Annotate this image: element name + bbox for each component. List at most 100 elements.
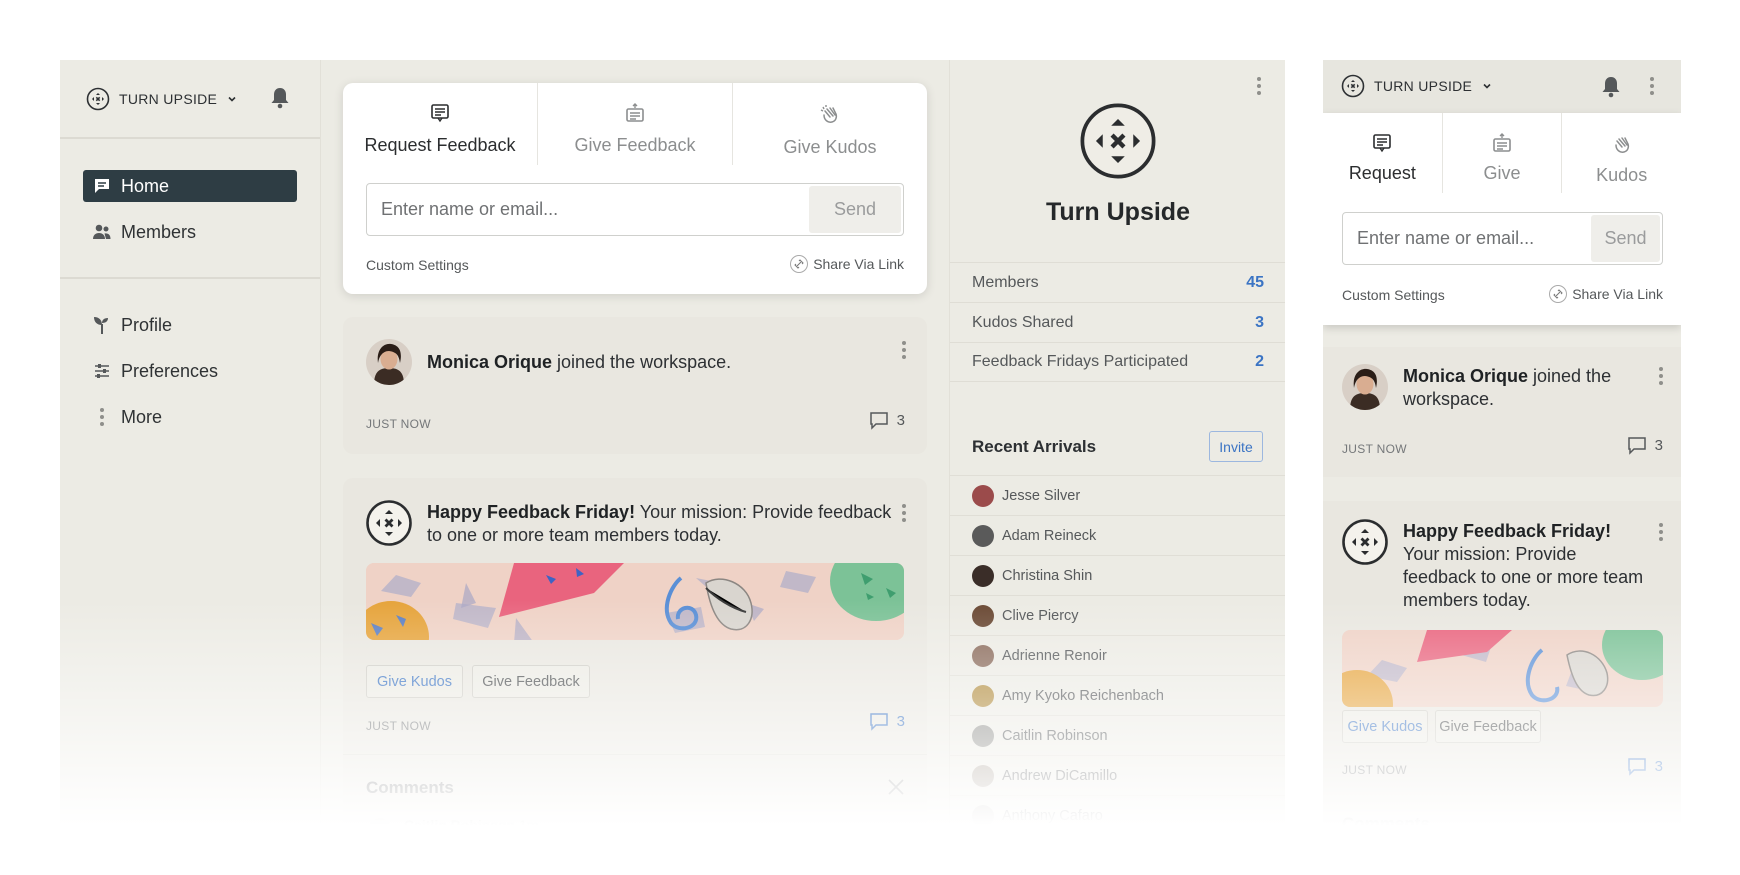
post-menu-icon[interactable] (902, 341, 906, 359)
tab-give[interactable]: Give (1441, 113, 1562, 193)
arrival-row[interactable]: Andrew DiCamillo (950, 755, 1285, 795)
sidebar-item-profile[interactable]: Profile (83, 309, 297, 341)
arrival-row[interactable]: Jesse Silver (950, 475, 1285, 515)
chevron-down-icon (1481, 80, 1493, 92)
avatar[interactable] (972, 804, 994, 827)
workspace-switcher[interactable]: TURN UPSIDE (86, 86, 238, 112)
bell-icon[interactable] (1600, 75, 1622, 99)
arrival-name[interactable]: Anthony Cafaro (1002, 808, 1103, 824)
arrival-name[interactable]: Adam Reineck (1002, 528, 1096, 544)
tab-give-feedback[interactable]: Give Feedback (537, 83, 732, 165)
avatar[interactable] (972, 524, 994, 547)
arrival-name[interactable]: Clive Piercy (1002, 608, 1079, 624)
custom-settings-link[interactable]: Custom Settings (366, 257, 469, 273)
bell-icon[interactable] (269, 86, 291, 110)
sidebar-item-label: Profile (121, 314, 173, 335)
comment-icon (1627, 436, 1647, 455)
send-button[interactable]: Send (809, 186, 901, 233)
arrival-name[interactable]: Amy Kyoko Reichenbach (1002, 688, 1164, 704)
custom-settings-link[interactable]: Custom Settings (1342, 287, 1445, 303)
stat-row-kudos[interactable]: Kudos Shared 3 (950, 302, 1285, 342)
arrival-name[interactable]: Adrienne Renoir (1002, 648, 1107, 664)
recipient-input[interactable] (1343, 213, 1589, 264)
share-via-link[interactable]: Share Via Link (1549, 285, 1663, 303)
arrival-row[interactable]: Caitlin Robinson (950, 715, 1285, 755)
give-kudos-chip[interactable]: Give Kudos (1342, 710, 1428, 743)
arrival-row[interactable]: Clive Piercy (950, 595, 1285, 635)
arrival-row[interactable]: Christina Shin (950, 555, 1285, 595)
post-card-joined: Monica Orique joined the workspace. JUST… (343, 317, 927, 454)
comment-count-button[interactable]: 3 (1627, 757, 1663, 776)
stat-row-fridays[interactable]: Feedback Fridays Participated 2 (950, 342, 1285, 382)
avatar[interactable] (369, 818, 391, 840)
comment-count-button[interactable]: 3 (1627, 436, 1663, 455)
stat-row-members[interactable]: Members 45 (950, 262, 1285, 302)
workspace-logo-icon (1341, 74, 1365, 98)
mobile-header: TURN UPSIDE (1323, 60, 1681, 113)
post-author[interactable]: Monica Orique (1403, 366, 1528, 386)
post-text: Happy Feedback Friday! Your mission: Pro… (1403, 520, 1648, 612)
more-vertical-icon (83, 408, 121, 426)
send-button[interactable]: Send (1591, 215, 1660, 262)
post-body: Your mission: Provide feedback to one or… (1403, 544, 1644, 610)
more-vertical-icon[interactable] (1650, 77, 1654, 95)
avatar[interactable] (972, 644, 994, 667)
avatar[interactable] (972, 564, 994, 587)
share-link-label: Share Via Link (813, 256, 904, 272)
invite-button[interactable]: Invite (1209, 431, 1263, 462)
post-menu-icon[interactable] (902, 504, 906, 522)
tab-request-feedback[interactable]: Request Feedback (343, 83, 537, 165)
post-menu-icon[interactable] (1659, 367, 1663, 385)
post-menu-icon[interactable] (1659, 523, 1663, 541)
clap-icon (819, 103, 841, 125)
workspace-switcher[interactable]: TURN UPSIDE (1341, 74, 1493, 98)
sidebar-item-more[interactable]: More (83, 401, 297, 433)
workspace-name: TURN UPSIDE (1374, 78, 1473, 94)
avatar[interactable] (972, 684, 994, 707)
comment-count: 3 (896, 713, 905, 730)
workspace-logo-icon (1342, 519, 1388, 565)
divider (343, 754, 927, 755)
recipient-input[interactable] (367, 184, 807, 235)
workspace-logo-icon (366, 500, 412, 546)
avatar[interactable] (972, 764, 994, 787)
sidebar-item-preferences[interactable]: Preferences (83, 355, 297, 387)
avatar[interactable] (1342, 364, 1388, 410)
arrival-name[interactable]: Christina Shin (1002, 568, 1092, 584)
arrival-name[interactable]: Jesse Silver (1002, 488, 1080, 504)
avatar[interactable] (366, 339, 412, 385)
post-author[interactable]: Monica Orique (427, 352, 552, 372)
arrival-row[interactable]: Amy Kyoko Reichenbach (950, 675, 1285, 715)
give-feedback-chip[interactable]: Give Feedback (472, 665, 590, 698)
members-icon (83, 223, 121, 241)
sidebar-item-label: More (121, 406, 163, 427)
sidebar-item-home[interactable]: Home (83, 170, 297, 202)
tab-give-kudos[interactable]: Give Kudos (732, 83, 927, 165)
give-feedback-chip[interactable]: Give Feedback (1435, 710, 1541, 743)
sidebar-item-label: Preferences (121, 360, 219, 381)
org-name: Turn Upside (1046, 198, 1190, 226)
comment-count-button[interactable]: 3 (869, 411, 905, 430)
close-icon[interactable] (887, 778, 905, 796)
avatar[interactable] (972, 604, 994, 627)
arrival-row[interactable]: Adrienne Renoir (950, 635, 1285, 675)
comment-icon (869, 712, 889, 731)
tab-request[interactable]: Request (1323, 113, 1442, 193)
arrival-row[interactable]: Adam Reineck (950, 515, 1285, 555)
composer-tabs: Request Give Kudos (1323, 113, 1681, 193)
arrival-row[interactable]: Anthony Cafaro (950, 795, 1285, 835)
share-via-link[interactable]: Share Via Link (790, 255, 904, 273)
link-icon (1549, 285, 1568, 303)
arrival-name[interactable]: Andrew DiCamillo (1002, 768, 1117, 784)
workspace-logo-icon (86, 87, 110, 111)
sidebar-item-members[interactable]: Members (83, 216, 297, 248)
arrival-name[interactable]: Caitlin Robinson (1002, 728, 1108, 744)
avatar[interactable] (972, 484, 994, 507)
give-kudos-chip[interactable]: Give Kudos (366, 665, 463, 698)
stat-value: 45 (1246, 273, 1264, 291)
tab-kudos[interactable]: Kudos (1561, 113, 1681, 193)
comment-author[interactable]: Caitlin Robinson (404, 817, 515, 833)
avatar[interactable] (972, 724, 994, 747)
more-vertical-icon[interactable] (1257, 77, 1261, 95)
comment-count-button[interactable]: 3 (869, 712, 905, 731)
